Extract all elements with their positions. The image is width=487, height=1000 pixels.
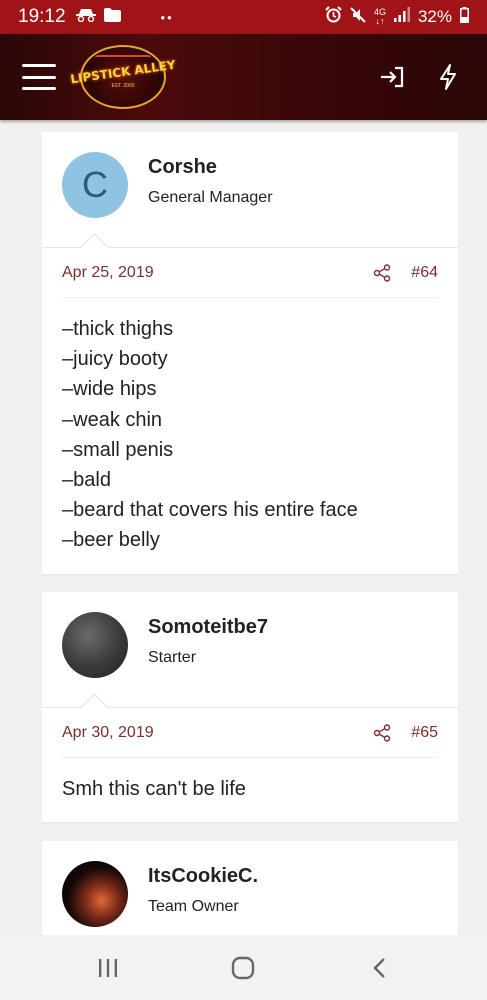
avatar[interactable] (62, 861, 128, 927)
lightning-icon[interactable] (439, 64, 457, 90)
post-65: Somoteitbe7 Starter Apr 30, 2019 #65 Smh… (42, 592, 458, 823)
folder-icon (103, 7, 121, 27)
alarm-icon (325, 6, 342, 28)
post-line: –bald (62, 469, 111, 492)
username[interactable]: ItsCookieC. (148, 865, 258, 888)
system-nav-bar (0, 935, 487, 1000)
caret-decoration (78, 691, 112, 708)
mute-icon (350, 6, 366, 28)
thread-content: C Corshe General Manager Apr 25, 2019 #6… (0, 120, 487, 935)
status-bar: 19:12 •• 4G ↓↑ 32% (0, 0, 487, 34)
app-header: LIPSTICK ALLEY EST. 2000 (0, 34, 487, 120)
user-title: General Manager (148, 189, 273, 206)
back-icon[interactable] (359, 957, 399, 979)
share-icon[interactable] (373, 263, 391, 282)
avatar[interactable]: C (62, 152, 128, 218)
incognito-icon (75, 8, 96, 27)
notification-dots-icon: •• (160, 9, 174, 25)
post-body: –thick thighs –juicy booty –wide hips –w… (42, 298, 458, 574)
post-line: –beard that covers his entire face (62, 499, 358, 522)
status-time: 19:12 (18, 6, 66, 27)
post-line: –small penis (62, 438, 174, 461)
post-date[interactable]: Apr 30, 2019 (62, 724, 154, 742)
post-64: C Corshe General Manager Apr 25, 2019 #6… (42, 132, 458, 574)
hamburger-menu-icon[interactable] (22, 64, 56, 90)
signal-icon (393, 7, 410, 27)
post-line: Smh this can't be life (62, 778, 246, 800)
login-icon[interactable] (379, 66, 405, 88)
caret-decoration (78, 231, 112, 248)
post-body: Smh this can't be life (42, 758, 458, 822)
post-66: ItsCookieC. Team Owner (42, 841, 458, 935)
post-number[interactable]: #65 (411, 724, 438, 742)
post-meta: Apr 25, 2019 #64 (62, 248, 438, 298)
post-date[interactable]: Apr 25, 2019 (62, 264, 154, 282)
username[interactable]: Corshe (148, 156, 217, 179)
post-line: –wide hips (62, 378, 157, 401)
home-icon[interactable] (223, 956, 263, 980)
post-line: –juicy booty (62, 348, 168, 371)
logo-est: EST. 2000 (111, 83, 135, 89)
user-title: Starter (148, 649, 197, 666)
post-meta: Apr 30, 2019 #65 (62, 708, 438, 758)
post-number[interactable]: #64 (411, 264, 438, 282)
share-icon[interactable] (373, 723, 391, 742)
battery-icon (460, 6, 469, 28)
recents-icon[interactable] (88, 958, 128, 978)
post-user-info: Somoteitbe7 Starter (42, 592, 458, 708)
battery-percent: 32% (417, 7, 452, 26)
post-user-info: C Corshe General Manager (42, 132, 458, 248)
network-type: 4G ↓↑ (373, 7, 386, 26)
site-logo[interactable]: LIPSTICK ALLEY EST. 2000 (70, 45, 176, 109)
username[interactable]: Somoteitbe7 (148, 616, 268, 639)
post-user-info: ItsCookieC. Team Owner (42, 841, 458, 935)
post-line: –thick thighs (62, 318, 174, 340)
post-line: –weak chin (62, 408, 163, 431)
post-line: –beer belly (62, 529, 160, 552)
avatar[interactable] (62, 612, 128, 678)
user-title: Team Owner (148, 898, 239, 915)
